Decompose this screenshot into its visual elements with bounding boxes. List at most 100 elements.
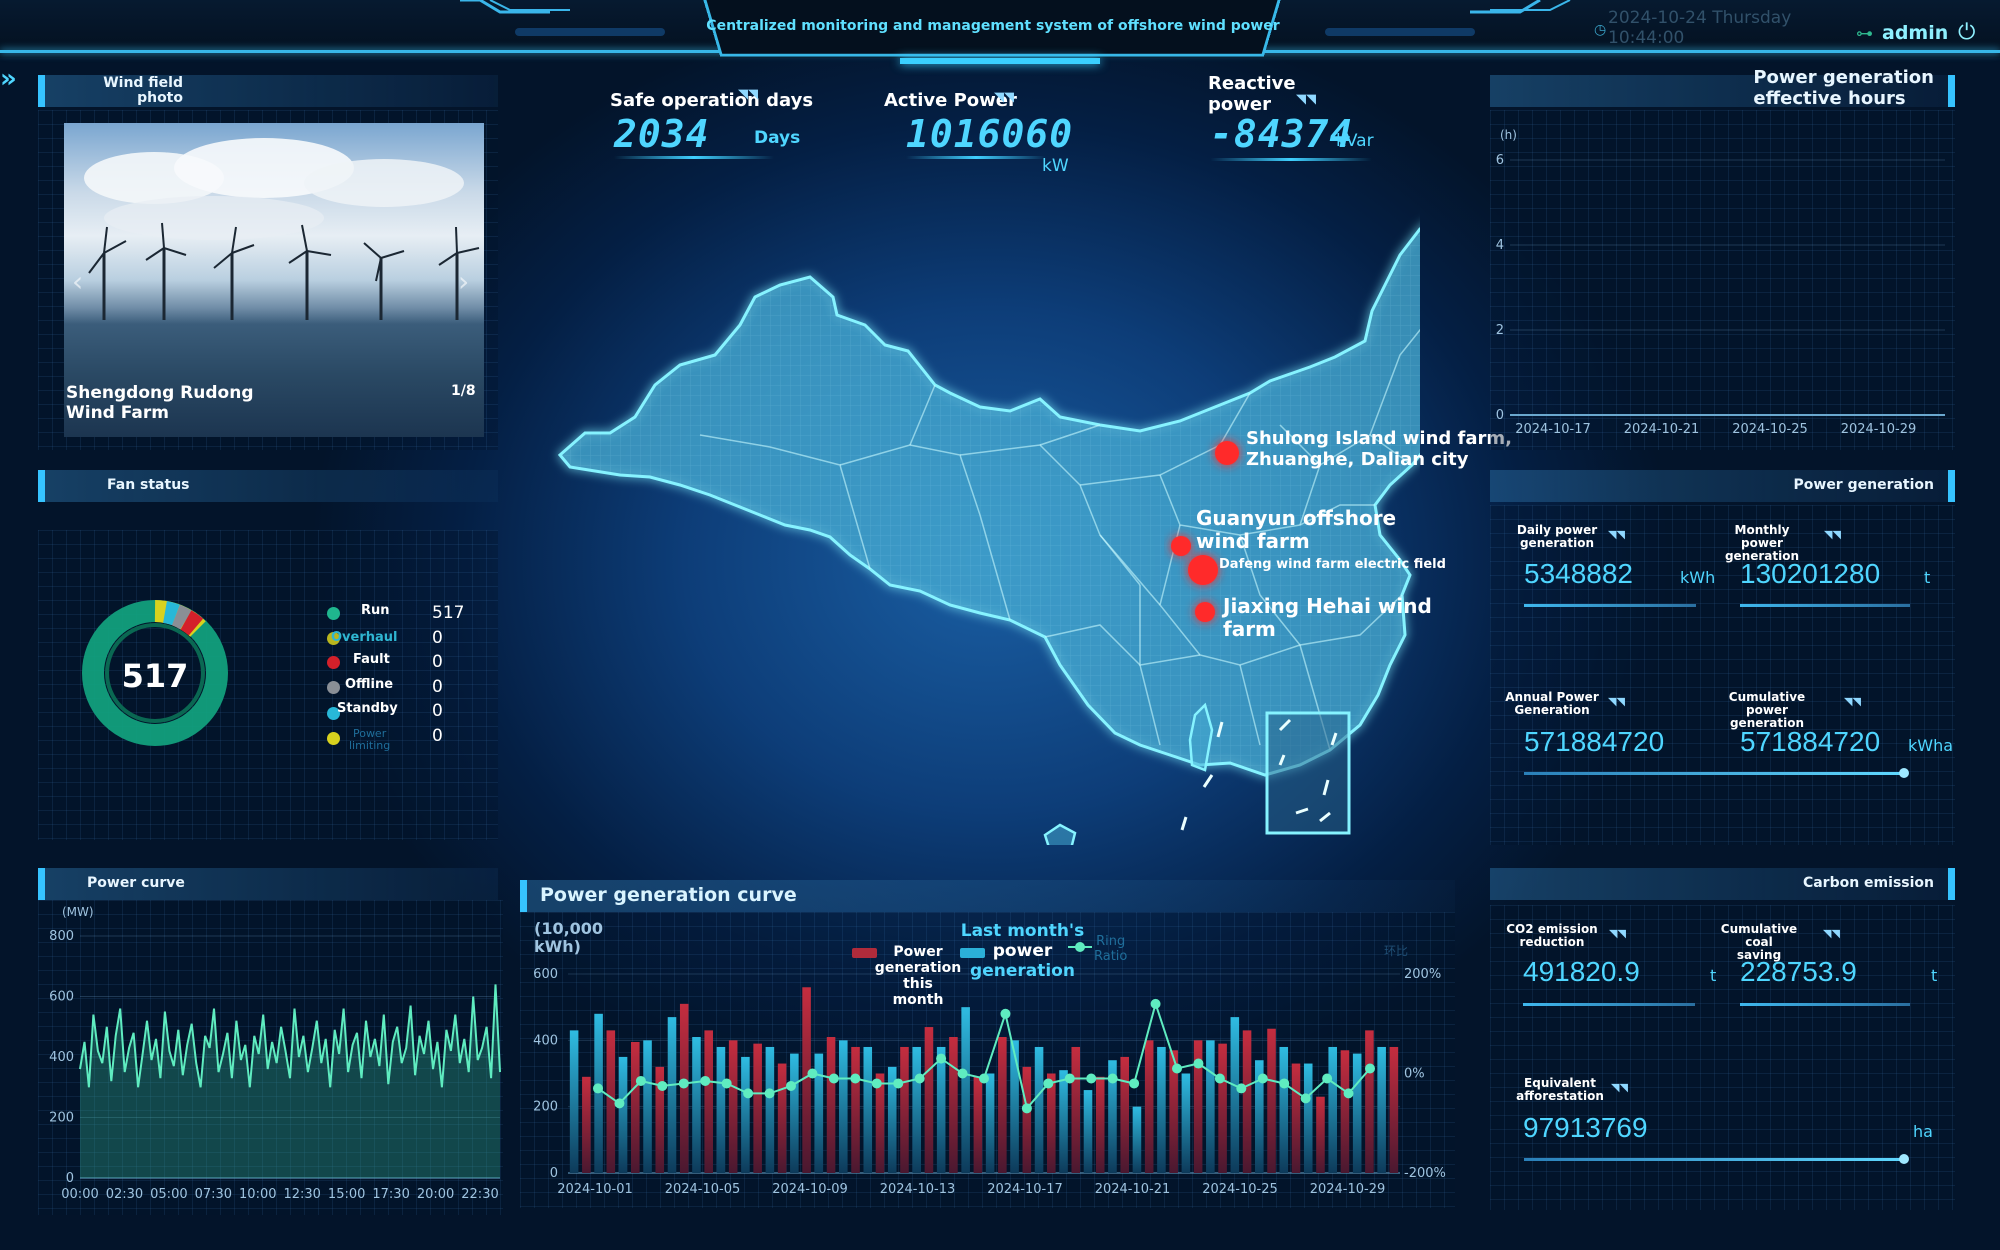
power-gen-header: Power generation — [1490, 470, 1955, 502]
user-name[interactable]: admin — [1882, 22, 1948, 44]
eff-hours-chart: 0 2 4 6 2024-10-17 2024-10-21 2024-10-25 2024-1… — [1496, 153, 1945, 437]
safe-days-value: 2034 — [614, 112, 710, 156]
label-dalian: Shulong Island wind farm, Zhuanghe, Dali… — [1246, 428, 1512, 470]
marker-guanyun[interactable] — [1171, 536, 1191, 556]
kpi-afforestation-label: Equivalent afforestation — [1505, 1077, 1615, 1103]
photo-caption: Shengdong Rudong Wind Farm — [66, 383, 254, 423]
reactive-power-stat: Reactive power -84374 kVar — [1208, 73, 1374, 161]
bar-last-month — [1083, 1090, 1093, 1173]
bar-this-month — [900, 1046, 909, 1173]
gen-curve-xtick: 2024-10-21 — [1095, 1182, 1171, 1197]
annual-progress-dot — [1899, 768, 1909, 778]
legend-overhaul: Overhaul 0 — [325, 628, 485, 652]
wind-farm-photo: ‹ › Shengdong Rudong Wind Farm 1/8 — [64, 123, 484, 437]
bar-this-month — [1022, 1066, 1032, 1173]
kpi-monthly-value: 130201280 — [1740, 558, 1881, 589]
power-curve-xtick: 05:00 — [150, 1187, 187, 1202]
photo-caption-1: Shengdong Rudong — [66, 383, 254, 403]
reactive-power-label-1: Reactive — [1208, 73, 1296, 94]
legend-offline: Offline 0 — [325, 677, 485, 701]
marker-dafeng[interactable] — [1188, 555, 1218, 585]
bar-last-month — [1132, 1106, 1142, 1173]
kpi-co2-value: 491820.9 — [1523, 956, 1640, 987]
bar-last-month — [936, 1046, 946, 1173]
kpi-monthly: Monthly power generation ◥◥ 130201280 t — [1712, 523, 1952, 607]
kpi-daily-label: Daily power generation — [1512, 524, 1602, 550]
eff-hours-title-2: effective hours — [1753, 88, 1906, 109]
offline-dot — [327, 681, 340, 694]
ratio-point — [764, 1088, 775, 1099]
ratio-point — [914, 1073, 925, 1084]
bar-last-month — [912, 1046, 921, 1173]
bar-this-month — [1291, 1063, 1301, 1173]
next-photo-icon[interactable]: › — [458, 265, 469, 298]
eff-hours-title: Power generation effective hours — [1753, 67, 1934, 109]
bar-this-month — [1267, 1028, 1276, 1173]
bar-this-month — [1365, 1030, 1374, 1173]
clock-icon: ◷ — [1594, 22, 1607, 38]
ratio-point — [979, 1073, 989, 1084]
photo-caption-2: Wind Farm — [66, 403, 169, 423]
bar-last-month — [1230, 1017, 1240, 1173]
kpi-monthly-line — [1740, 604, 1910, 607]
legend-power-limiting: Power limiting 0 — [325, 726, 485, 756]
prev-photo-icon[interactable]: ‹ — [72, 265, 83, 298]
afforestation-progress-dot — [1899, 1154, 1909, 1164]
kpi-coal-line — [1740, 1003, 1910, 1006]
fault-label: Fault — [353, 652, 390, 667]
legend-fault: Fault 0 — [325, 652, 485, 676]
legend-run: Run 517 — [325, 603, 485, 627]
gen-curve-unit: (10,000 kWh) — [534, 920, 603, 956]
bar-this-month — [1218, 1043, 1227, 1173]
power-off-icon[interactable]: ⏻ — [1958, 20, 1975, 45]
ratio-point — [1279, 1078, 1290, 1089]
bar-last-month — [1181, 1073, 1191, 1173]
kpi-daily-line — [1524, 604, 1696, 607]
gen-curve-xtick: 2024-10-25 — [1202, 1182, 1278, 1197]
kpi-coal-unit: t — [1931, 966, 1938, 985]
marker-jiaxing[interactable] — [1195, 602, 1215, 622]
power-limiting-value: 0 — [432, 726, 443, 746]
bar-this-month — [1071, 1046, 1081, 1173]
bar-last-month — [1059, 1070, 1068, 1173]
bar-last-month — [1034, 1046, 1044, 1173]
active-power-deco: ◥◥ — [994, 90, 1014, 105]
bar-this-month — [998, 1037, 1007, 1173]
bar-this-month — [1316, 1096, 1325, 1173]
annual-progress-line — [1524, 772, 1904, 775]
kpi-annual-value: 571884720 — [1524, 726, 1665, 757]
kpi-co2-deco: ◥◥ — [1609, 927, 1626, 940]
power-curve-area — [80, 984, 500, 1178]
page-title: Centralized monitoring and management sy… — [706, 18, 1280, 34]
collapse-menu-icon[interactable]: » — [0, 64, 17, 94]
bar-last-month — [765, 1046, 775, 1173]
eff-hours-ytick: 6 — [1496, 153, 1504, 168]
kpi-monthly-label-1: Monthly power — [1734, 523, 1790, 550]
power-limiting-label-2: limiting — [349, 739, 391, 752]
kpi-coal: Cumulative coal saving ◥◥ 228753.9 t — [1705, 923, 1945, 1006]
marker-dalian[interactable] — [1215, 441, 1239, 465]
offline-label: Offline — [345, 677, 394, 692]
map-mainland-grid — [560, 229, 1420, 775]
gen-curve-xtick: 2024-10-29 — [1310, 1182, 1386, 1197]
gen-curve-ytick: 600 — [533, 967, 558, 982]
ratio-point — [593, 1083, 603, 1094]
fan-status-header: Fan status — [38, 470, 498, 502]
power-curve-xtick: 00:00 — [61, 1187, 98, 1202]
bar-this-month — [582, 1076, 591, 1173]
photo-counter: 1/8 — [451, 383, 476, 399]
ratio-point — [1322, 1073, 1333, 1084]
bar-this-month — [606, 1030, 616, 1173]
bar-last-month — [1328, 1046, 1337, 1173]
bar-last-month — [985, 1073, 995, 1173]
kpi-coal-deco: ◥◥ — [1823, 927, 1840, 940]
kpi-cumulative-label-1: Cumulative power — [1728, 690, 1806, 717]
gen-curve-xtick: 2024-10-17 — [987, 1182, 1063, 1197]
fault-value: 0 — [432, 652, 443, 672]
wind-field-title-2: photo — [137, 90, 183, 106]
bar-last-month — [1352, 1053, 1362, 1173]
bar-this-month — [1144, 1040, 1154, 1173]
gen-curve-y2tick: 200% — [1404, 967, 1441, 982]
gen-curve-ytick: 0 — [550, 1166, 558, 1181]
gen-curve-title: Power generation curve — [540, 884, 797, 906]
